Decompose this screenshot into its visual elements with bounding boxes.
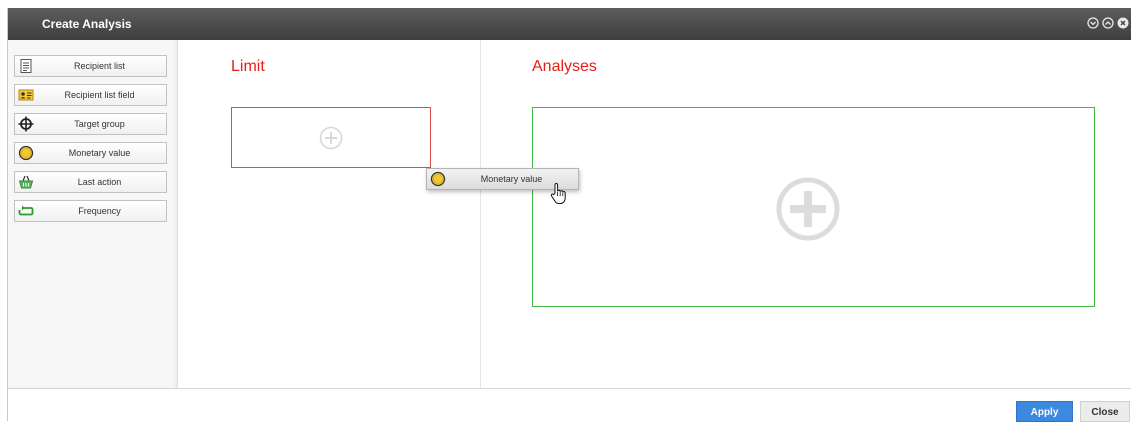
- dialog-titlebar: Create Analysis: [8, 8, 1131, 40]
- criteria-sidebar: Recipient list Recipient list field Targ…: [8, 40, 178, 388]
- sidebar-item-frequency[interactable]: Frequency: [14, 200, 167, 222]
- sidebar-item-last-action[interactable]: Last action: [14, 171, 167, 193]
- hand-cursor-icon: [549, 182, 569, 206]
- close-button[interactable]: Close: [1080, 401, 1130, 422]
- limit-title: Limit: [231, 58, 265, 75]
- repeat-icon: [18, 203, 34, 219]
- sidebar-item-recipient-list-field[interactable]: Recipient list field: [14, 84, 167, 106]
- sidebar-item-label: Monetary value: [68, 148, 131, 158]
- sidebar-item-label: Recipient list: [73, 61, 126, 71]
- add-icon[interactable]: [319, 126, 343, 150]
- coin-icon: [430, 171, 446, 187]
- section-divider: [480, 40, 481, 388]
- analyses-title: Analyses: [532, 58, 597, 75]
- sidebar-item-monetary-value[interactable]: Monetary value: [14, 142, 167, 164]
- create-analysis-dialog: Create Analysis Recipient list Recipient…: [7, 8, 1131, 422]
- sidebar-item-recipient-list[interactable]: Recipient list: [14, 55, 167, 77]
- crosshair-icon: [18, 116, 34, 132]
- sidebar-item-label: Last action: [77, 177, 122, 187]
- sidebar-item-label: Target group: [74, 119, 125, 129]
- shopping-basket-icon: [18, 174, 34, 190]
- sidebar-item-label: Frequency: [78, 206, 121, 216]
- contact-card-icon: [18, 87, 34, 103]
- dialog-title: Create Analysis: [42, 17, 132, 31]
- dialog-footer: Apply Close: [8, 388, 1131, 422]
- apply-button[interactable]: Apply: [1016, 401, 1073, 422]
- expand-icon[interactable]: [1102, 17, 1114, 29]
- analyses-drop-zone[interactable]: [532, 107, 1095, 307]
- document-list-icon: [18, 58, 34, 74]
- collapse-icon[interactable]: [1087, 17, 1099, 29]
- sidebar-item-target-group[interactable]: Target group: [14, 113, 167, 135]
- sidebar-item-label: Recipient list field: [64, 90, 135, 100]
- coin-icon: [18, 145, 34, 161]
- close-icon[interactable]: [1117, 17, 1129, 29]
- limit-drop-zone[interactable]: [231, 107, 431, 168]
- add-icon[interactable]: [775, 176, 841, 242]
